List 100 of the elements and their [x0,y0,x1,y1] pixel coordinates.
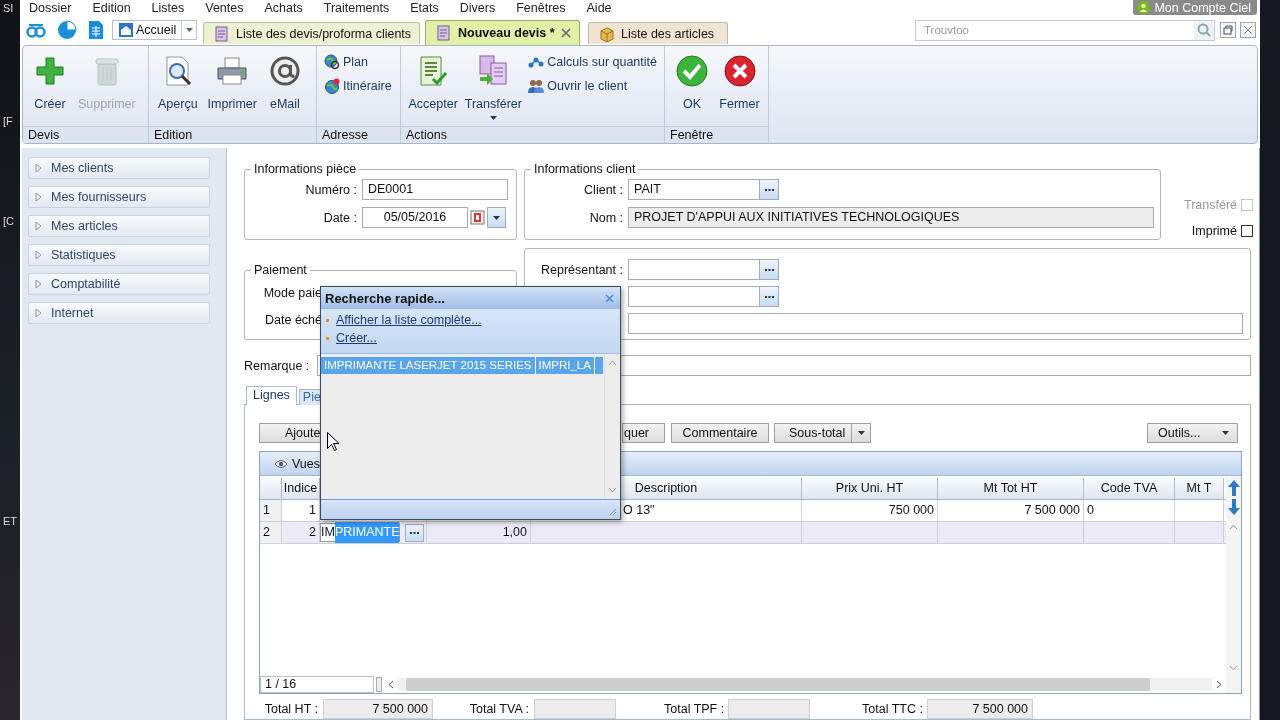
ellipsis-icon [764,268,774,271]
dropdown-button[interactable] [487,207,506,228]
menu-item[interactable]: Aide [586,0,612,15]
close-icon[interactable] [1240,22,1256,38]
ribbon-button[interactable]: Créer [27,50,73,126]
desktop-label: ET [3,515,18,527]
field-label: Représentant : [540,262,624,277]
link[interactable]: Afficher la liste complète... [336,313,482,327]
scroll-right-icon[interactable] [1216,680,1222,689]
lookup-button[interactable] [405,523,424,542]
collapsed-icon [35,309,43,317]
close-icon[interactable] [560,28,571,38]
spreadsheet-icon[interactable] [88,20,104,40]
sidebar-item[interactable]: Mes articles [28,215,210,237]
ribbon-button[interactable]: Plan [324,54,392,70]
scrollbar-thumb[interactable] [406,678,1150,691]
tab[interactable]: Nouveau devis * [425,20,580,45]
input-field[interactable] [628,259,760,280]
menu-item[interactable]: Divers [459,0,496,15]
checkbox[interactable] [1241,225,1253,237]
tab[interactable]: Liste des devis/proforma clients [203,22,420,44]
tab[interactable]: Liste des articles [588,22,728,44]
scroll-left-icon[interactable] [388,680,394,689]
cell-editor[interactable]: IMPRIMANTE [320,523,401,542]
section-title: Informations client [533,162,637,176]
pie-chart-icon[interactable] [57,20,77,40]
popup-title: Recherche rapide... [325,290,445,306]
input-field[interactable]: PAIT [628,179,760,200]
scroll-down-icon[interactable] [1227,499,1240,515]
views-button[interactable]: Vues [274,456,321,471]
link[interactable]: Créer... [336,331,377,345]
tab[interactable]: Lignes [246,386,297,405]
field-label: Numéro : [304,182,358,197]
menu-item[interactable]: Traitements [323,0,390,15]
row-number: 1 [260,500,282,521]
calendar-icon[interactable] [468,207,487,228]
column-header[interactable]: Mt Tot HT [938,478,1084,499]
restore-icon[interactable] [1220,22,1236,38]
action-button[interactable]: Sous-total [774,423,871,443]
box-icon [599,25,615,42]
printer-icon [216,55,249,87]
column-header[interactable]: Mt T [1175,478,1224,499]
plus-icon [34,55,66,87]
collapsed-icon [35,193,43,201]
search-icon[interactable] [1194,20,1214,40]
menu-item[interactable]: Listes [151,0,185,15]
ribbon-button[interactable]: eMail [261,50,308,126]
ribbon-button[interactable]: OK [669,50,715,126]
dropdown-button[interactable] [181,21,196,39]
people-icon [528,78,545,94]
field-label: Nom : [588,210,624,225]
ribbon-button[interactable]: Ouvrir le client [528,78,657,94]
sidebar-item[interactable]: Statistiques [28,244,210,266]
menu-item[interactable]: Dossier [29,0,72,15]
scroll-up-icon[interactable] [1227,480,1240,496]
input-field[interactable]: PROJET D'APPUI AUX INITIATIVES TECHNOLOGIQUES [628,207,1154,228]
resize-grip-icon[interactable] [609,508,617,516]
date-field[interactable]: 05/05/2016 [362,207,468,228]
sidebar-item[interactable]: Internet [28,302,210,324]
column-header[interactable]: Prix Uni. HT [802,478,938,499]
desktop-label: SI [3,2,14,14]
input-field[interactable] [628,313,1243,334]
ribbon-button[interactable]: Fermer [715,50,764,126]
section-title: Informations pièce [253,162,358,176]
eye-icon [274,458,288,469]
ribbon-button[interactable]: Calculs sur quantité [528,54,657,70]
caret-icon [857,431,865,435]
sidebar-item[interactable]: Mes clients [28,157,210,179]
menu-item[interactable]: Etats [410,0,439,15]
collapsed-icon [35,280,43,288]
menu-item[interactable]: Ventes [205,0,244,15]
sidebar-item[interactable]: Comptabilité [28,273,210,295]
ellipsis-icon [764,188,774,191]
action-button[interactable]: quer [622,423,665,443]
table-cell: 0 [1084,500,1175,521]
menu-item[interactable]: Fenêtres [516,0,566,15]
action-button[interactable]: Commentaire [671,423,769,443]
lookup-button[interactable] [760,286,779,307]
action-button[interactable]: Ajoute [259,423,321,443]
ribbon-button[interactable]: Accepter [405,50,462,126]
ribbon-button[interactable]: Itinéraire [324,78,392,94]
menu-item[interactable]: Edition [92,0,131,15]
ribbon-button[interactable]: Imprimer [202,50,262,126]
close-icon[interactable] [605,293,614,303]
menu-item[interactable]: Achats [264,0,303,15]
ribbon-button[interactable]: Aperçu [153,50,203,126]
document-icon [436,25,452,41]
lookup-button[interactable] [760,179,779,200]
splitter-handle[interactable] [376,677,382,692]
input-field[interactable] [628,286,760,307]
lookup-button[interactable] [760,259,779,280]
input-field[interactable]: DE0001 [362,179,508,200]
tools-button[interactable]: Outils... [1147,423,1238,443]
ribbon-button[interactable]: Transférer [461,50,526,126]
column-header[interactable]: Code TVA [1084,478,1175,499]
table-cell: 750 000 [802,500,938,521]
column-header[interactable]: Indice [282,478,320,499]
bullet-icon [326,318,329,322]
sidebar-item[interactable]: Mes fournisseurs [28,186,210,208]
row-number: 2 [260,522,282,543]
